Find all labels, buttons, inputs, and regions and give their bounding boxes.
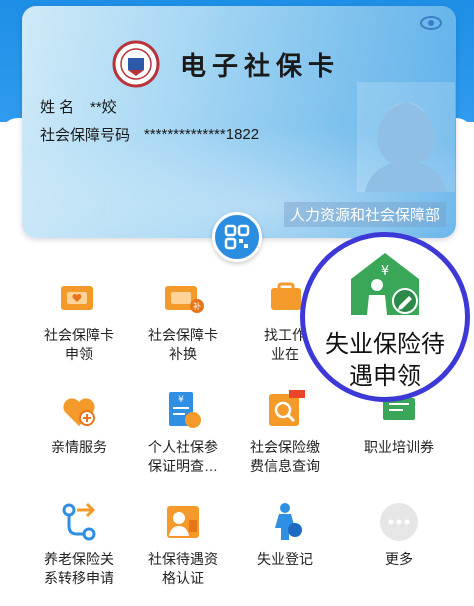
more-icon [380,503,418,541]
service-label: 养老保险关 系转移申请 [44,551,114,586]
service-unemployment-register[interactable]: 失业登记 [226,500,344,569]
service-family[interactable]: 亲情服务 [20,388,138,457]
callout-label: 失业保险待 遇申领 [325,331,445,390]
service-label: 社会保障卡 申领 [44,327,114,362]
card-replace-icon: 补 [165,286,204,313]
eye-icon[interactable] [420,16,442,30]
svg-text:¥: ¥ [178,395,184,405]
card-apply-icon [61,286,93,310]
name-value: **姣 [90,99,117,116]
service-label: 更多 [385,551,413,567]
qr-code-icon [224,224,250,250]
service-label: 社保待遇资 格认证 [148,551,218,586]
service-label: 职业培训券 [364,439,434,455]
svg-text:补: 补 [193,301,201,311]
service-card-apply[interactable]: 社会保障卡 申领 [20,276,138,364]
unemployment-register-icon [275,503,302,540]
service-card-replace[interactable]: 补 社会保障卡 补换 [124,276,242,364]
service-label: 个人社保参 保证明查… [148,439,218,474]
pension-transfer-icon [62,502,96,541]
avatar-silhouette [357,82,455,192]
service-label: 社会保险缴 费信息查询 [250,439,320,474]
name-label: 姓 名 [40,99,75,116]
benefit-qualification-icon [167,506,199,538]
service-certificate[interactable]: ¥ 个人社保参 保证明查… [124,388,242,476]
payment-query-icon [269,390,305,426]
social-security-card[interactable]: 电子社保卡 姓 名 **姣 社会保障号码 **************1822 … [22,6,456,238]
family-service-icon [63,398,95,426]
service-payment-query[interactable]: 社会保险缴 费信息查询 [226,388,344,476]
ministry-label: 人力资源和社会保障部 [283,202,446,227]
service-label: 失业登记 [257,551,313,567]
svg-text:¥: ¥ [381,264,389,279]
insurance-certificate-icon: ¥ [169,392,201,428]
service-label: 社会保障卡 补换 [148,327,218,362]
unemployment-benefit-callout[interactable]: ¥ 失业保险待 遇申领 [300,232,470,402]
unemployment-benefit-icon: ¥ [351,253,419,315]
service-more[interactable]: 更多 [340,500,458,569]
service-pension-transfer[interactable]: 养老保险关 系转移申请 [20,500,138,588]
qr-code-button[interactable] [212,212,262,262]
emblem-icon [112,40,160,88]
service-benefit-qualification[interactable]: 社保待遇资 格认证 [124,500,242,588]
card-title: 电子社保卡 [180,52,341,82]
service-label: 亲情服务 [51,439,107,455]
id-label: 社会保障号码 [40,127,131,144]
id-value: **************1822 [144,126,260,143]
